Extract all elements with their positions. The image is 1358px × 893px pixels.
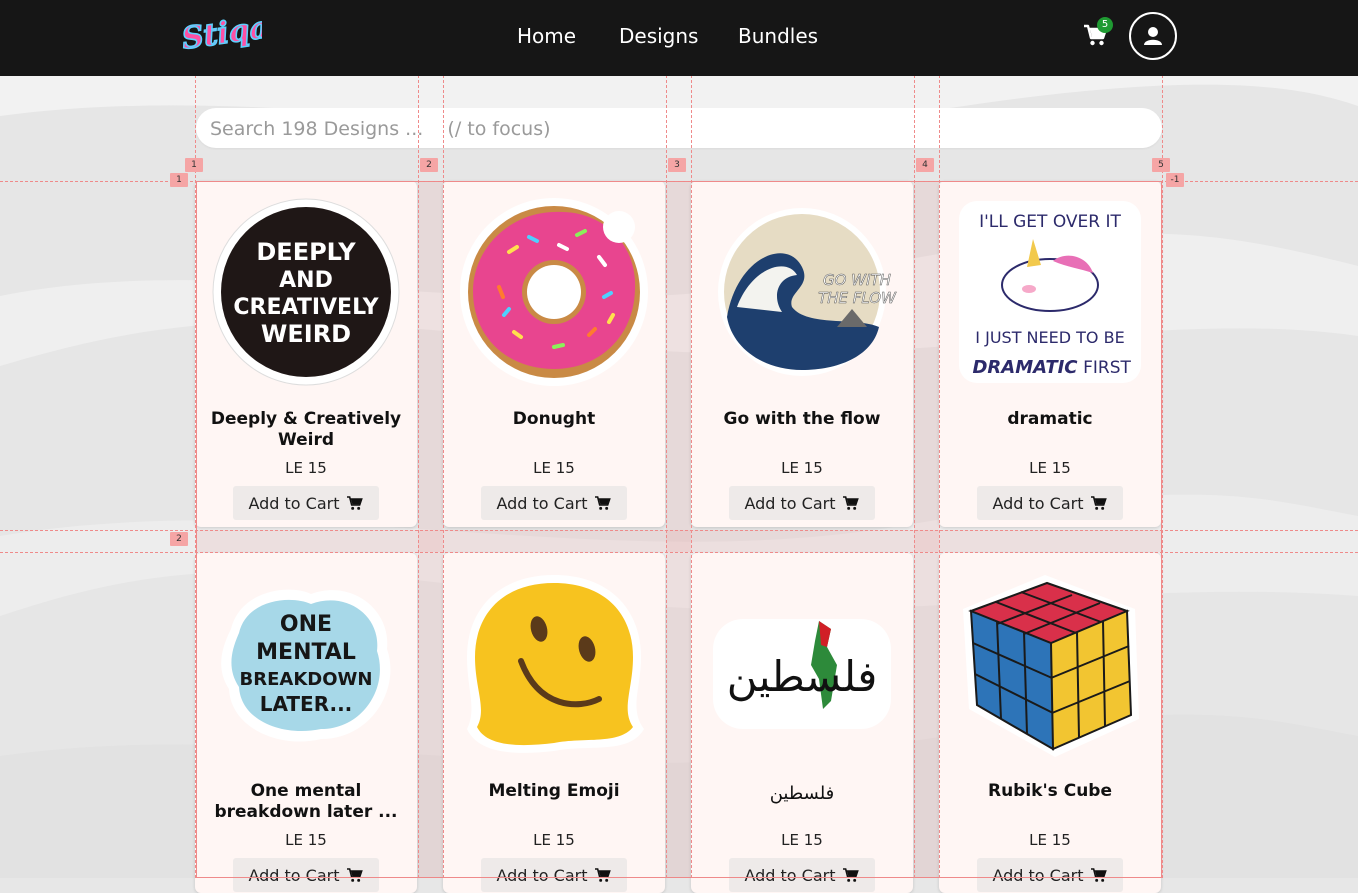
product-name: Rubik's Cube xyxy=(987,781,1112,801)
product-price: LE 15 xyxy=(781,459,823,477)
product-image xyxy=(467,575,644,753)
art-line-2: AND xyxy=(279,268,333,293)
product-card[interactable]: Donught LE 15 Add to Cart xyxy=(443,181,665,527)
add-to-cart-label: Add to Cart xyxy=(744,493,836,513)
add-to-cart-button[interactable]: Add to Cart xyxy=(729,858,875,892)
product-image: DEEPLY AND CREATIVELY WEIRD xyxy=(212,198,400,386)
product-name: One mental breakdown later ... xyxy=(214,781,398,822)
product-image: GO WITH THE FLOW xyxy=(718,208,897,376)
product-card[interactable]: ONE MENTAL BREAKDOWN LATER... One mental… xyxy=(195,553,417,893)
art-line-3: DRAMATIC xyxy=(972,357,1078,378)
product-name: فلسطين xyxy=(769,783,835,804)
product-name: Donught xyxy=(512,409,596,429)
cart-count-badge: 5 xyxy=(1097,17,1113,33)
product-image xyxy=(460,198,648,386)
product-name: Melting Emoji xyxy=(488,781,620,801)
search-input[interactable] xyxy=(208,112,1152,146)
product-image: ONE MENTAL BREAKDOWN LATER... xyxy=(221,589,391,742)
art-line-3: BREAKDOWN xyxy=(240,669,373,690)
add-to-cart-button[interactable]: Add to Cart xyxy=(481,486,627,520)
art-line-3: CREATIVELY xyxy=(233,295,379,320)
art-line-4: WEIRD xyxy=(261,320,351,348)
cart-icon xyxy=(594,496,611,510)
product-price: LE 15 xyxy=(1029,459,1071,477)
cart-icon xyxy=(842,868,859,882)
nav-designs-link[interactable]: Designs xyxy=(619,24,698,48)
nav-bundles-link[interactable]: Bundles xyxy=(738,24,818,48)
product-name: dramatic xyxy=(1007,409,1093,429)
add-to-cart-label: Add to Cart xyxy=(496,865,588,885)
art-line-1: ONE xyxy=(280,612,332,637)
add-to-cart-button[interactable]: Add to Cart xyxy=(481,858,627,892)
product-price: LE 15 xyxy=(1029,831,1071,849)
art-line-4: FIRST xyxy=(1083,358,1131,378)
cart-icon xyxy=(1090,496,1107,510)
add-to-cart-button[interactable]: Add to Cart xyxy=(233,486,379,520)
art-line-1: I'LL GET OVER IT xyxy=(979,212,1121,232)
art-line-2: I JUST NEED TO BE xyxy=(975,328,1124,347)
product-card[interactable]: DEEPLY AND CREATIVELY WEIRD Deeply & Cre… xyxy=(195,181,417,527)
product-price: LE 15 xyxy=(285,459,327,477)
add-to-cart-label: Add to Cart xyxy=(248,865,340,885)
product-card[interactable]: فلسطين فلسطين LE 15 Add to Cart xyxy=(691,553,913,893)
product-image: فلسطين xyxy=(713,619,891,729)
product-price: LE 15 xyxy=(533,831,575,849)
add-to-cart-label: Add to Cart xyxy=(248,493,340,513)
add-to-cart-button[interactable]: Add to Cart xyxy=(233,858,379,892)
product-price: LE 15 xyxy=(285,831,327,849)
art-line-1: GO WITH xyxy=(823,271,891,289)
add-to-cart-button[interactable]: Add to Cart xyxy=(729,486,875,520)
add-to-cart-button[interactable]: Add to Cart xyxy=(977,858,1123,892)
add-to-cart-label: Add to Cart xyxy=(992,493,1084,513)
add-to-cart-button[interactable]: Add to Cart xyxy=(977,486,1123,520)
search-bar xyxy=(196,108,1162,148)
add-to-cart-label: Add to Cart xyxy=(744,865,836,885)
user-icon xyxy=(1144,27,1162,45)
account-button[interactable] xyxy=(1129,12,1177,60)
product-name: Go with the flow xyxy=(723,409,881,429)
top-navbar: Stiqa Home Designs Bundles 5 xyxy=(0,0,1358,76)
art-line-1: DEEPLY xyxy=(256,238,356,266)
cart-icon xyxy=(1090,868,1107,882)
cart-icon xyxy=(346,868,363,882)
art-line-2: MENTAL xyxy=(256,640,356,665)
product-image: I'LL GET OVER IT I JUST NEED TO BE DRAMA… xyxy=(959,201,1141,383)
product-card[interactable]: Melting Emoji LE 15 Add to Cart xyxy=(443,553,665,893)
product-image xyxy=(963,575,1139,757)
nav-home-link[interactable]: Home xyxy=(517,24,576,48)
art-line-1: فلسطين xyxy=(727,652,878,701)
art-line-2: THE FLOW xyxy=(818,289,897,307)
product-price: LE 15 xyxy=(533,459,575,477)
cart-icon xyxy=(346,496,363,510)
add-to-cart-label: Add to Cart xyxy=(496,493,588,513)
product-name: Deeply & Creatively Weird xyxy=(210,409,402,450)
art-line-4: LATER... xyxy=(260,692,353,716)
product-card[interactable]: Rubik's Cube LE 15 Add to Cart xyxy=(939,553,1161,893)
cart-icon xyxy=(594,868,611,882)
cart-icon xyxy=(842,496,859,510)
product-price: LE 15 xyxy=(781,831,823,849)
product-card[interactable]: GO WITH THE FLOW Go with the flow LE 15 … xyxy=(691,181,913,527)
product-card[interactable]: I'LL GET OVER IT I JUST NEED TO BE DRAMA… xyxy=(939,181,1161,527)
add-to-cart-label: Add to Cart xyxy=(992,865,1084,885)
